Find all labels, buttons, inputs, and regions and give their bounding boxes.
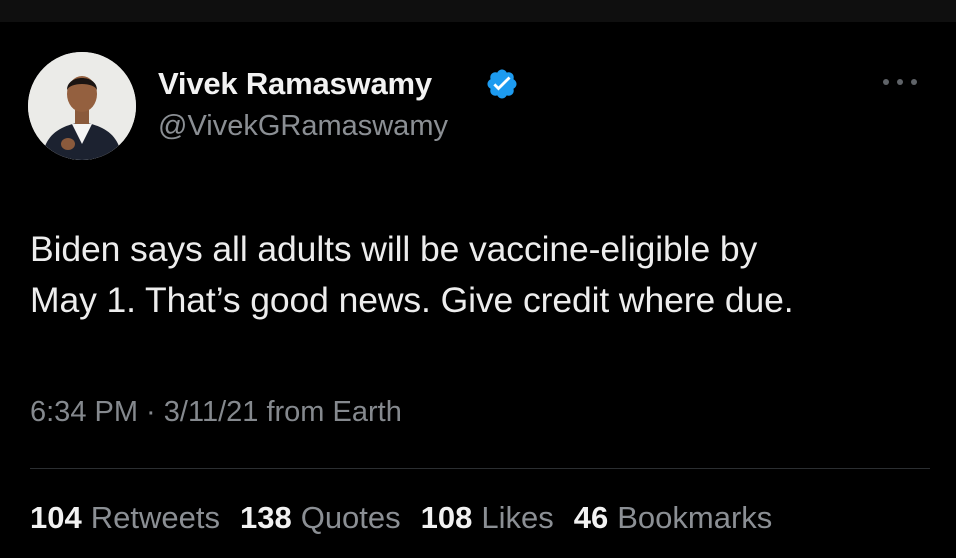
quotes-label: Quotes — [300, 500, 401, 535]
divider — [30, 468, 930, 469]
top-strip — [0, 0, 956, 22]
more-options-icon[interactable] — [876, 70, 924, 94]
tweet-card: Vivek Ramaswamy @VivekGRamaswamy Biden s… — [0, 22, 956, 558]
tweet-text-line: Biden says all adults will be vaccine-el… — [30, 229, 758, 269]
avatar[interactable] — [28, 52, 136, 160]
tweet-stats: 104 Retweets 138 Quotes 108 Likes 46 Boo… — [30, 500, 792, 536]
meta-separator: · — [138, 396, 164, 428]
verified-badge-icon — [487, 69, 517, 99]
tweet-source: from Earth — [258, 396, 402, 428]
tweet-text: Biden says all adults will be vaccine-el… — [30, 224, 940, 326]
tweet-time[interactable]: 6:34 PM — [30, 396, 138, 428]
likes-label: Likes — [481, 500, 554, 535]
bookmarks-label: Bookmarks — [617, 500, 773, 535]
quotes-stat[interactable]: 138 Quotes — [240, 500, 401, 536]
tweet-date[interactable]: 3/11/21 — [164, 396, 259, 428]
tweet-text-line: May 1. That’s good news. Give credit whe… — [30, 280, 794, 320]
bookmarks-stat[interactable]: 46 Bookmarks — [574, 500, 773, 536]
bookmarks-count: 46 — [573, 500, 609, 535]
tweet-meta: 6:34 PM · 3/11/21 from Earth — [30, 396, 402, 429]
retweets-stat[interactable]: 104 Retweets — [30, 500, 220, 536]
likes-count: 108 — [420, 500, 473, 535]
avatar-photo — [28, 52, 136, 160]
retweets-count: 104 — [30, 500, 82, 535]
author-handle[interactable]: @VivekGRamaswamy — [158, 110, 448, 143]
likes-stat[interactable]: 108 Likes — [421, 500, 554, 536]
author-display-name[interactable]: Vivek Ramaswamy — [158, 66, 432, 102]
quotes-count: 138 — [239, 500, 292, 535]
retweets-label: Retweets — [90, 500, 220, 535]
